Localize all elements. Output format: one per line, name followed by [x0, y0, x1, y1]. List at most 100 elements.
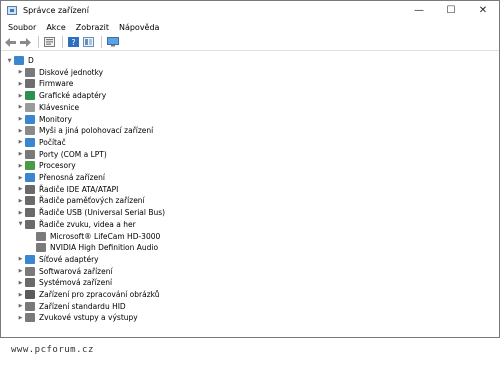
tree-category[interactable]: ▼ Řadiče zvuku, videa a her: [16, 219, 136, 230]
ide-controller-icon: [25, 184, 35, 194]
chevron-right-icon[interactable]: ▶: [16, 195, 25, 206]
processor-icon: [25, 161, 35, 171]
chevron-right-icon[interactable]: ▶: [16, 207, 25, 218]
chevron-right-icon[interactable]: ▶: [16, 102, 25, 113]
tree-item-label: Microsoft® LifeCam HD-3000: [50, 231, 161, 241]
tree-category[interactable]: ▶ Řadiče USB (Universal Serial Bus): [16, 207, 165, 218]
chevron-right-icon[interactable]: ▶: [16, 312, 25, 323]
tree-category[interactable]: ▶ Porty (COM a LPT): [16, 149, 107, 160]
menu-napoveda[interactable]: Nápověda: [116, 23, 163, 32]
tree-category[interactable]: ▶ Řadiče IDE ATA/ATAPI: [16, 184, 118, 195]
window-controls: — ☐ ✕: [403, 1, 499, 20]
chevron-right-icon[interactable]: ▶: [16, 149, 25, 160]
storage-controller-icon: [25, 196, 35, 206]
hid-device-icon: [25, 301, 35, 311]
chevron-right-icon[interactable]: ▶: [16, 125, 25, 136]
tree-category[interactable]: ▶ Systémová zařízení: [16, 277, 112, 288]
tree-category[interactable]: ▶ Klávesnice: [16, 102, 79, 113]
view-button[interactable]: [82, 36, 95, 48]
properties-icon: [44, 37, 55, 47]
chevron-right-icon[interactable]: ▶: [16, 289, 25, 300]
chevron-down-icon[interactable]: ▼: [5, 55, 14, 66]
chevron-right-icon[interactable]: ▶: [16, 277, 25, 288]
tree-item-label: Zařízení standardu HID: [39, 301, 126, 311]
tree-item-label: Zařízení pro zpracování obrázků: [39, 290, 160, 299]
chevron-right-icon[interactable]: ▶: [16, 137, 25, 148]
sound-controller-icon: [25, 219, 35, 229]
tree-item-label: Zvukové vstupy a výstupy: [39, 313, 138, 323]
tree-item-label: Systémová zařízení: [39, 278, 113, 288]
tree-item-label: Síťové adaptéry: [39, 254, 99, 264]
back-button[interactable]: [4, 36, 17, 48]
toolbar-separator: [62, 36, 63, 48]
keyboard-icon: [25, 102, 35, 112]
toolbar-separator: [101, 36, 102, 48]
menu-soubor[interactable]: Soubor: [5, 23, 39, 32]
disk-drive-icon: [25, 67, 35, 77]
chevron-right-icon[interactable]: ▶: [16, 254, 25, 265]
menu-bar: Soubor Akce Zobrazit Nápověda: [1, 20, 499, 34]
tree-category[interactable]: ▶ Zařízení standardu HID: [16, 301, 126, 312]
chevron-right-icon[interactable]: ▶: [16, 184, 25, 195]
audio-io-icon: [25, 313, 35, 323]
imaging-device-icon: [25, 290, 35, 299]
scan-button[interactable]: [106, 36, 119, 48]
port-icon: [25, 149, 35, 159]
help-icon: ?: [68, 37, 79, 47]
chevron-right-icon[interactable]: ▶: [16, 266, 25, 277]
tree-item-label: Přenosná zařízení: [39, 173, 105, 182]
tree-item-label: NVIDIA High Definition Audio: [50, 243, 159, 253]
minimize-button[interactable]: —: [403, 1, 435, 20]
chevron-right-icon[interactable]: ▶: [16, 172, 25, 183]
tree-category[interactable]: ▶ Přenosná zařízení: [16, 172, 105, 183]
close-button[interactable]: ✕: [467, 1, 499, 20]
tree-item-label: Řadiče zvuku, videa a her: [39, 219, 136, 229]
tree-item-label: Myši a jiná polohovací zařízení: [39, 126, 154, 136]
device-manager-window: Správce zařízení — ☐ ✕ Soubor Akce Zobra…: [0, 0, 500, 338]
maximize-button[interactable]: ☐: [435, 1, 467, 20]
tree-device[interactable]: NVIDIA High Definition Audio: [27, 242, 158, 253]
help-button[interactable]: ?: [67, 36, 80, 48]
tree-category[interactable]: ▶ Softwarová zařízení: [16, 266, 113, 277]
chevron-right-icon[interactable]: ▶: [16, 67, 25, 78]
chevron-right-icon[interactable]: ▶: [16, 160, 25, 171]
properties-button[interactable]: [43, 36, 56, 48]
tree-category[interactable]: ▶ Řadiče paměťových zařízení: [16, 195, 145, 206]
audio-device-icon: [36, 231, 46, 241]
tree-item-label: Řadiče IDE ATA/ATAPI: [39, 184, 119, 194]
tree-device[interactable]: Microsoft® LifeCam HD-3000: [27, 231, 160, 242]
chevron-right-icon[interactable]: ▶: [16, 114, 25, 125]
tree-item-label: Grafické adaptéry: [39, 91, 107, 101]
svg-text:?: ?: [71, 38, 75, 47]
forward-arrow-icon: [20, 37, 31, 47]
tree-category[interactable]: ▶ Zvukové vstupy a výstupy: [16, 312, 138, 323]
tree-category[interactable]: ▶ Procesory: [16, 160, 76, 171]
tree-category[interactable]: ▶ Zařízení pro zpracování obrázků: [16, 289, 160, 300]
tree-item-label: D: [28, 56, 34, 65]
tree-category[interactable]: ▶ Firmware: [16, 78, 73, 89]
computer-icon: [25, 137, 35, 147]
back-arrow-icon: [5, 37, 16, 47]
tree-category[interactable]: ▶ Grafické adaptéry: [16, 90, 106, 101]
chevron-right-icon[interactable]: ▶: [16, 90, 25, 101]
title-bar[interactable]: Správce zařízení — ☐ ✕: [1, 1, 499, 20]
menu-zobrazit[interactable]: Zobrazit: [73, 23, 112, 32]
computer-icon: [14, 56, 24, 65]
watermark-text: www.pcforum.cz: [11, 345, 94, 355]
view-icon: [83, 37, 94, 47]
tree-category[interactable]: ▶ Diskové jednotky: [16, 67, 103, 78]
tree-root-computer[interactable]: ▼ D: [5, 55, 34, 66]
tree-category[interactable]: ▶ Síťové adaptéry: [16, 254, 99, 265]
tree-category[interactable]: ▶ Monitory: [16, 114, 72, 125]
tree-category[interactable]: ▶ Myši a jiná polohovací zařízení: [16, 125, 153, 136]
menu-akce[interactable]: Akce: [43, 23, 68, 32]
software-device-icon: [25, 266, 35, 276]
chevron-right-icon[interactable]: ▶: [16, 78, 25, 89]
tree-category[interactable]: ▶ Počítač: [16, 137, 66, 148]
tree-item-label: Počítač: [39, 137, 66, 147]
forward-button[interactable]: [19, 36, 32, 48]
monitor-icon: [25, 114, 35, 124]
system-device-icon: [25, 278, 35, 288]
chevron-right-icon[interactable]: ▶: [16, 301, 25, 312]
chevron-down-icon[interactable]: ▼: [16, 219, 25, 230]
